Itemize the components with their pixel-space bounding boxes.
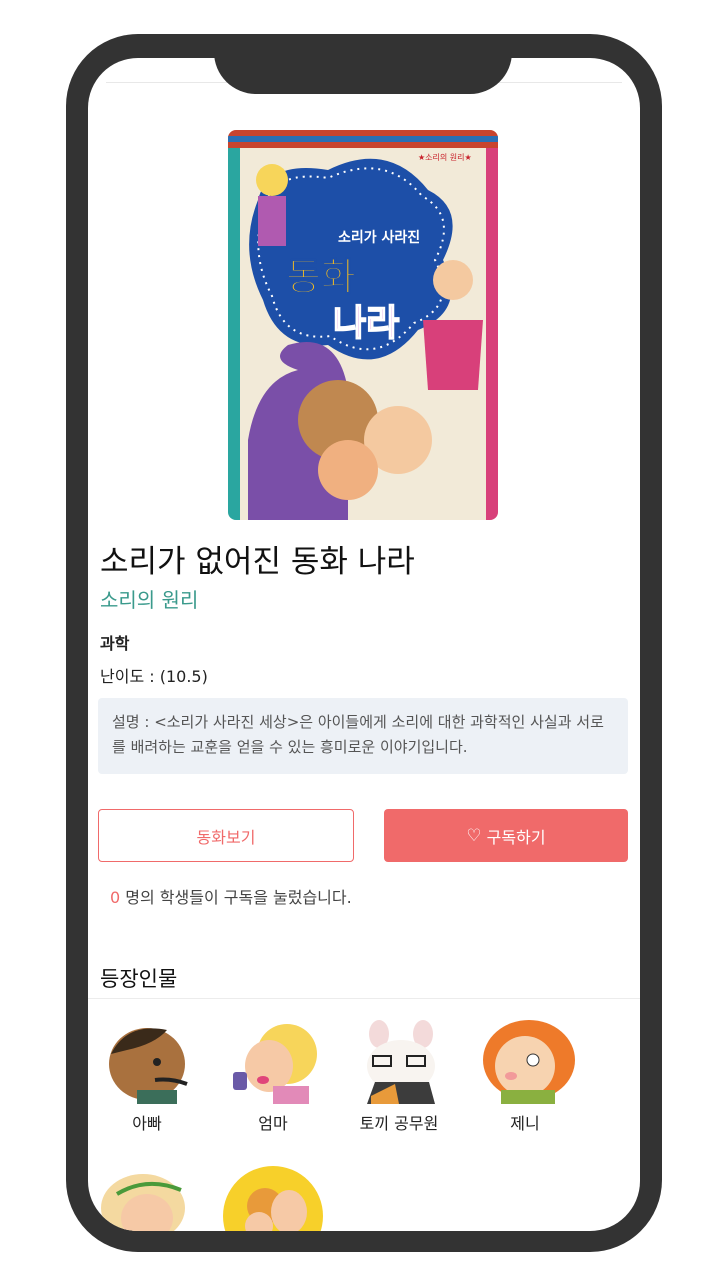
subscribe-button[interactable]: ♡ 구독하기: [384, 809, 628, 862]
character-avatar: [223, 1020, 323, 1104]
cover-badge: ★소리의 원리★: [418, 152, 472, 162]
subscriber-count: 0: [110, 888, 121, 907]
character-avatar: [223, 1166, 323, 1231]
character-name: 제니: [510, 1114, 540, 1133]
cover-title-line2: 나라: [333, 303, 399, 344]
character-card-jenny[interactable]: 제니: [470, 1020, 580, 1134]
character-card-6[interactable]: [218, 1166, 328, 1231]
book-description: 설명 : <소리가 사라진 세상>은 아이들에게 소리에 대한 과학적인 사실과…: [98, 698, 628, 774]
book-category: 과학: [100, 634, 130, 653]
character-avatar: [97, 1020, 197, 1104]
view-story-label: 동화보기: [196, 827, 256, 847]
book-cover-image: 소리가 사라진 동화 나라 ★소리의 원리★: [228, 130, 498, 520]
characters-divider: [88, 998, 640, 999]
character-card-5[interactable]: [92, 1166, 202, 1231]
character-avatar: [349, 1020, 449, 1104]
subscriber-text: 명의 학생들이 구독을 눌렀습니다.: [120, 888, 352, 907]
characters-heading: 등장인물: [100, 967, 178, 991]
character-name: 아빠: [132, 1114, 162, 1133]
subscriber-count-text: 0 명의 학생들이 구독을 눌렀습니다.: [110, 884, 352, 908]
heart-icon: ♡: [466, 825, 482, 846]
cover-title-top: 소리가 사라진: [338, 229, 420, 246]
character-card-mom[interactable]: 엄마: [218, 1020, 328, 1134]
book-title: 소리가 없어진 동화 나라: [100, 544, 415, 580]
character-avatar: [475, 1020, 575, 1104]
character-name: 토끼 공무원: [359, 1114, 439, 1133]
phone-notch: [214, 34, 512, 94]
character-name: 엄마: [258, 1114, 288, 1133]
book-series: 소리의 원리: [100, 588, 199, 612]
book-difficulty: 난이도 : (10.5): [100, 667, 208, 686]
cover-title-line1: 동화: [286, 255, 356, 299]
app-screen: 소리가 사라진 동화 나라 ★소리의 원리★ 소리가 없어진 동화 나라 소리의…: [88, 58, 640, 1231]
subscribe-label: 구독하기: [486, 827, 546, 847]
character-card-dad[interactable]: 아빠: [92, 1020, 202, 1134]
character-avatar: [97, 1166, 197, 1231]
character-card-rabbit-official[interactable]: 토끼 공무원: [344, 1020, 454, 1134]
view-story-button[interactable]: 동화보기: [98, 809, 354, 862]
